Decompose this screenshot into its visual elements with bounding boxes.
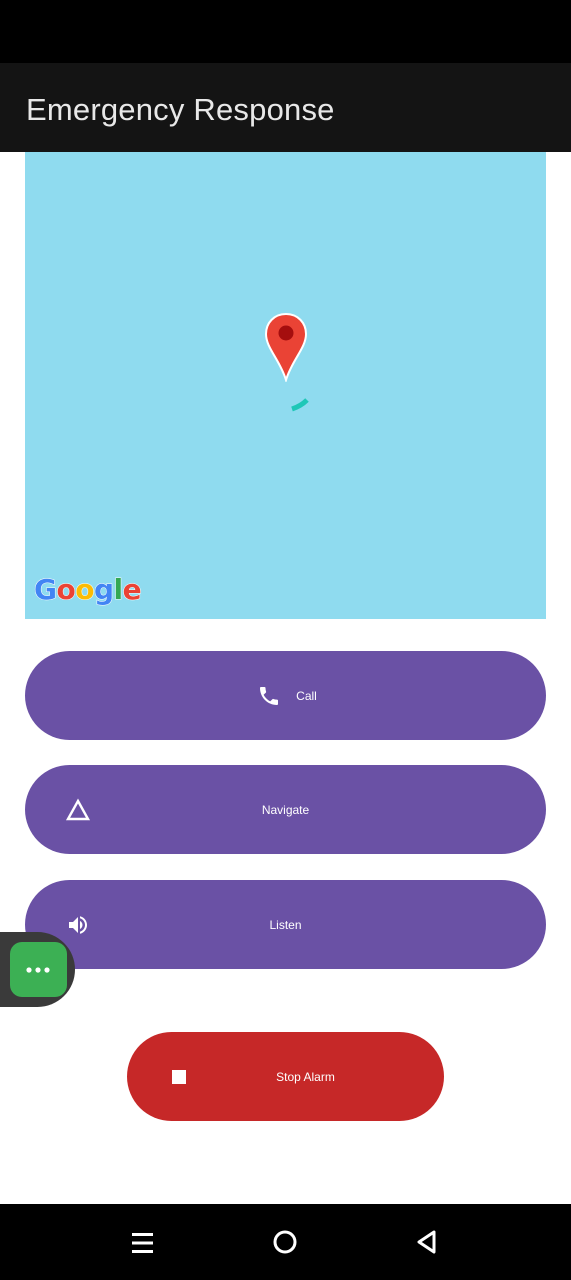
map-pin-icon[interactable]: [264, 312, 308, 382]
status-bar: [0, 0, 571, 63]
app-title: Emergency Response: [26, 92, 335, 127]
listen-button[interactable]: Listen: [25, 880, 546, 969]
call-label: Call: [296, 688, 317, 703]
google-logo: Google: [33, 573, 142, 607]
stop-alarm-label: Stop Alarm: [276, 1069, 335, 1084]
call-button[interactable]: Call: [25, 651, 546, 740]
chat-head-button[interactable]: [10, 942, 67, 997]
location-accuracy-icon: [291, 398, 309, 412]
map-view[interactable]: Google: [25, 152, 546, 619]
back-triangle-icon[interactable]: [410, 1226, 444, 1260]
navigate-label: Navigate: [261, 802, 310, 817]
menu-lines-icon[interactable]: [126, 1226, 160, 1260]
stop-alarm-button[interactable]: Stop Alarm: [127, 1032, 444, 1121]
navigate-button[interactable]: Navigate: [25, 765, 546, 854]
more-dots-icon: [26, 967, 50, 973]
home-circle-icon[interactable]: [268, 1226, 302, 1260]
listen-label: Listen: [269, 917, 302, 932]
